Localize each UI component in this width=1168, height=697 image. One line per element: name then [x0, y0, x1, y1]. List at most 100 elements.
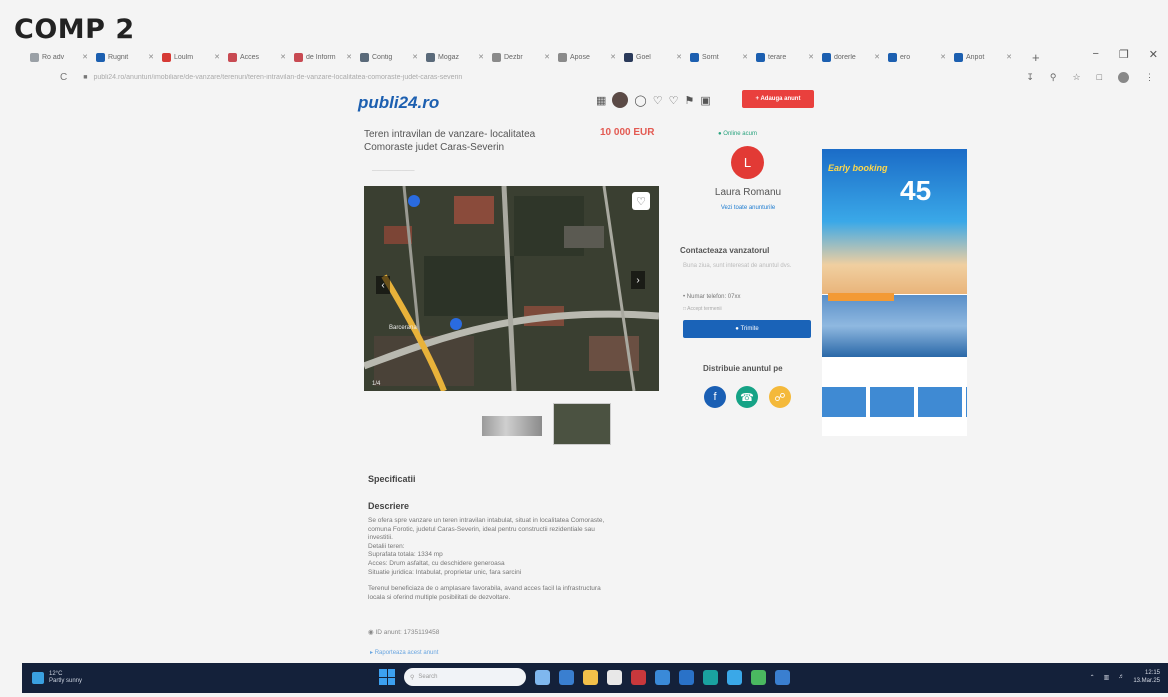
tab-close-icon[interactable]: ✕ — [676, 53, 682, 61]
network-icon[interactable]: ▥ — [1104, 674, 1110, 681]
report-label: Raporteaza acest anunt — [374, 650, 439, 656]
browser-tab[interactable]: de Inform ✕ — [290, 48, 356, 66]
tray-chevron-icon[interactable]: ⌃ — [1090, 674, 1095, 681]
browser-tab[interactable]: Ro adv ✕ — [26, 48, 92, 66]
tab-close-icon[interactable]: ✕ — [346, 53, 352, 61]
send-message-button[interactable]: ● Trimite — [683, 320, 811, 338]
tab-favicon-icon — [888, 52, 897, 62]
whatsapp-share-icon[interactable]: ☎ — [736, 386, 758, 408]
photo-counter: 1/4 — [372, 381, 381, 387]
tab-close-icon[interactable]: ✕ — [544, 53, 550, 61]
weather-widget[interactable]: 12°C Partly sunny — [32, 671, 82, 685]
browser-tab[interactable]: Goel ✕ — [620, 48, 686, 66]
browser-tab[interactable]: Acces ✕ — [224, 48, 290, 66]
seller-name[interactable]: Laura Romanu — [708, 187, 788, 198]
banner-discount: 45 — [900, 175, 932, 206]
browser-tab[interactable]: Sornt ✕ — [686, 48, 752, 66]
satellite-map-image: Barcerana — [364, 186, 659, 391]
tab-close-icon[interactable]: ✕ — [1006, 53, 1012, 61]
minimize-button[interactable]: − — [1092, 48, 1098, 61]
zoom-icon[interactable]: ⚲ — [1050, 72, 1057, 83]
tab-label: Apose — [570, 53, 590, 61]
taskbar-app-icon[interactable] — [775, 669, 790, 685]
taskbar-app-icon[interactable] — [655, 669, 670, 685]
menu-icon[interactable]: ⋮ — [1145, 72, 1154, 83]
listing-price: 10 000 EUR — [600, 127, 655, 138]
taskbar-apps: ⚲ Search — [379, 668, 790, 686]
taskbar-app-icon[interactable] — [559, 669, 574, 685]
browser-tab[interactable]: Dezbr ✕ — [488, 48, 554, 66]
browser-tab[interactable]: Anpot ✕ — [950, 48, 1016, 66]
weather-icon — [32, 672, 44, 684]
tab-close-icon[interactable]: ✕ — [82, 53, 88, 61]
site-logo[interactable]: publi24.ro — [358, 93, 439, 113]
photo-thumbnail-1[interactable] — [482, 416, 542, 436]
phone-field[interactable]: • Numar telefon: 07xx — [683, 294, 740, 300]
facebook-share-icon[interactable]: f — [704, 386, 726, 408]
tab-label: Mogaz — [438, 53, 460, 61]
report-ad-link[interactable]: ▸ Raporteaza acest anunt — [370, 649, 438, 656]
close-window-button[interactable]: ✕ — [1149, 48, 1158, 61]
favorite-heart-icon[interactable]: ♡ — [632, 192, 650, 210]
taskbar-app-icon[interactable] — [607, 669, 622, 685]
taskbar-app-icon[interactable] — [703, 669, 718, 685]
tab-close-icon[interactable]: ✕ — [874, 53, 880, 61]
user-avatar[interactable] — [612, 92, 629, 108]
volume-icon[interactable]: ♬ — [1118, 674, 1124, 680]
taskbar-app-icon[interactable] — [751, 669, 766, 685]
chat-icon[interactable]: ◯ — [634, 94, 646, 107]
sidebar-icon[interactable]: □ — [1097, 72, 1102, 82]
browser-tab[interactable]: Apose ✕ — [554, 48, 620, 66]
tab-close-icon[interactable]: ✕ — [214, 53, 220, 61]
clock[interactable]: 12:15 13.Mar.25 — [1133, 669, 1160, 685]
bell-icon[interactable]: ♡ — [653, 94, 663, 107]
truck-icon[interactable]: ▣ — [700, 94, 710, 107]
copy-link-icon[interactable]: ☍ — [769, 386, 791, 408]
tab-close-icon[interactable]: ✕ — [478, 53, 484, 61]
taskbar-search[interactable]: ⚲ Search — [404, 668, 526, 686]
taskbar-app-icon[interactable] — [583, 669, 598, 685]
browser-tab[interactable]: Rugnit ✕ — [92, 48, 158, 66]
taskbar-app-icon[interactable] — [727, 669, 742, 685]
maximize-button[interactable]: ❐ — [1119, 48, 1129, 61]
tab-close-icon[interactable]: ✕ — [742, 53, 748, 61]
bookmark-star-icon[interactable]: ☆ — [1072, 72, 1080, 83]
tab-favicon-icon — [228, 52, 237, 62]
taskbar-app-icon[interactable] — [679, 669, 694, 685]
tab-close-icon[interactable]: ✕ — [280, 53, 286, 61]
start-button-icon[interactable] — [379, 669, 395, 685]
seller-all-ads-link[interactable]: Vezi toate anunturile — [700, 205, 796, 211]
heart-icon[interactable]: ♡ — [669, 94, 679, 107]
terms-checkbox[interactable]: □ Accept termenii — [683, 306, 722, 312]
cart-icon[interactable]: ⚑ — [684, 94, 694, 107]
seller-avatar[interactable]: L — [731, 146, 764, 179]
browser-tab[interactable]: terare ✕ — [752, 48, 818, 66]
profile-icon[interactable] — [1118, 71, 1129, 83]
contact-message-field[interactable]: Buna ziua, sunt interesat de anuntul dvs… — [683, 262, 803, 288]
tab-close-icon[interactable]: ✕ — [148, 53, 154, 61]
tab-close-icon[interactable]: ✕ — [808, 53, 814, 61]
taskbar-app-icon[interactable] — [631, 669, 646, 685]
taskbar-app-icon[interactable] — [535, 669, 550, 685]
tab-close-icon[interactable]: ✕ — [412, 53, 418, 61]
tab-close-icon[interactable]: ✕ — [940, 53, 946, 61]
browser-tab[interactable]: Loulm ✕ — [158, 48, 224, 66]
listing-photo[interactable]: Barcerana — [364, 186, 659, 391]
browser-tab[interactable]: dorerle ✕ — [818, 48, 884, 66]
ad-banner[interactable]: Early booking 45 — [822, 149, 967, 436]
url-field[interactable]: publi24.ro/anunturi/imobiliare/de-vanzar… — [93, 74, 793, 81]
photo-prev-icon[interactable]: ‹ — [376, 276, 390, 294]
browser-tab[interactable]: Mogaz ✕ — [422, 48, 488, 66]
browser-tab[interactable]: ero ✕ — [884, 48, 950, 66]
download-icon[interactable]: ↧ — [1026, 72, 1034, 83]
tab-favicon-icon — [954, 52, 963, 62]
photo-next-icon[interactable]: › — [631, 271, 645, 289]
description-line: Terenul beneficiaza de o amplasare favor… — [368, 585, 601, 593]
reload-icon[interactable]: C — [60, 72, 67, 83]
browser-tab[interactable]: Contig ✕ — [356, 48, 422, 66]
new-tab-button[interactable]: + — [1032, 50, 1040, 65]
photo-thumbnail-2[interactable] — [553, 403, 611, 445]
grid-icon[interactable]: ▦ — [596, 94, 606, 107]
add-ad-button[interactable]: + Adauga anunt — [742, 90, 814, 108]
tab-close-icon[interactable]: ✕ — [610, 53, 616, 61]
